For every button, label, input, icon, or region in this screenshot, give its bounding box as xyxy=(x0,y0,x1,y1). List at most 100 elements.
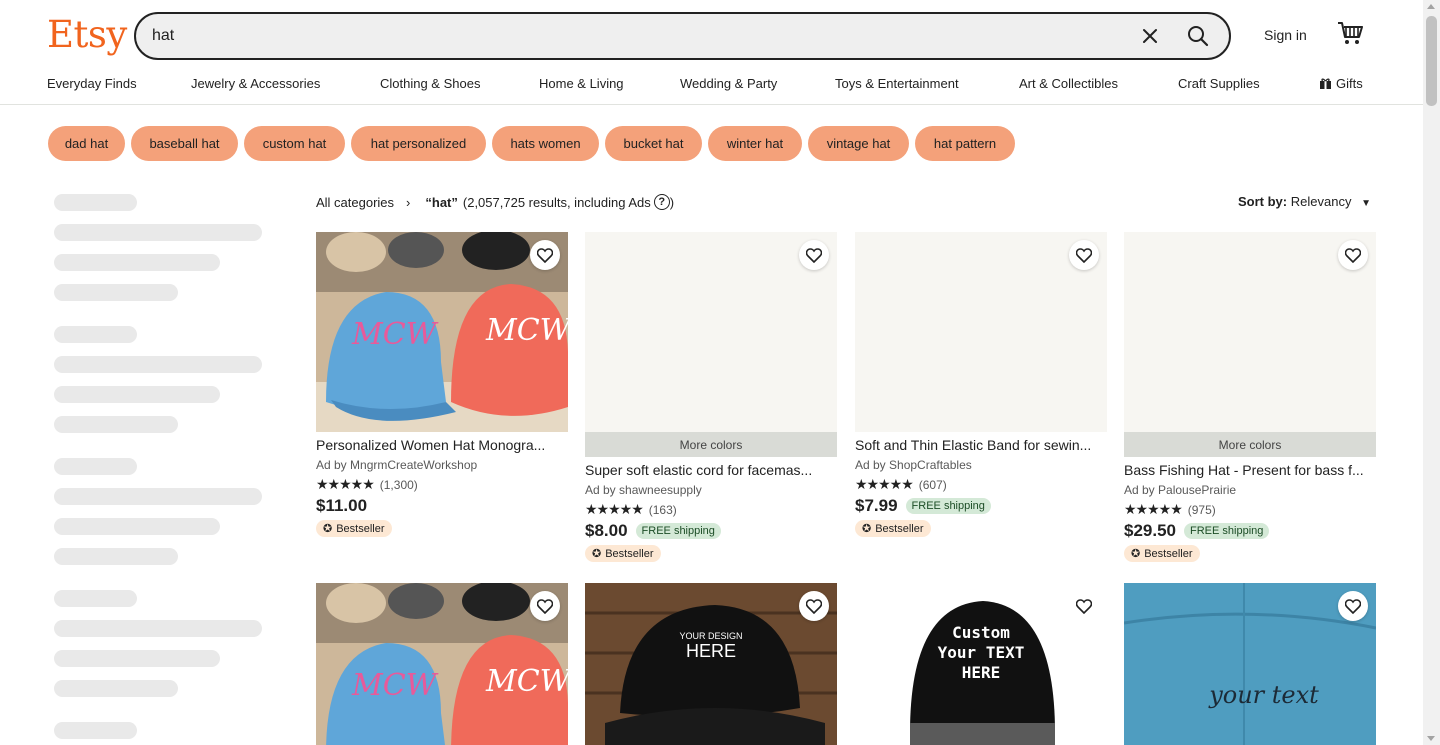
free-shipping-badge: FREE shipping xyxy=(905,498,991,514)
review-count: (163) xyxy=(648,502,677,517)
chip-bucket-hat[interactable]: bucket hat xyxy=(605,126,702,161)
chip-winter-hat[interactable]: winter hat xyxy=(708,126,802,161)
product-title[interactable]: Super soft elastic cord for facemas... xyxy=(585,462,837,478)
caption-line: Your TEXT xyxy=(937,643,1025,662)
product-title[interactable]: Bass Fishing Hat - Present for bass f... xyxy=(1124,462,1376,478)
rating: ★★★★★ (163) xyxy=(585,501,837,518)
nav-toys-entertainment[interactable]: Toys & Entertainment xyxy=(835,76,959,91)
product-image[interactable]: MCW MCW xyxy=(316,232,568,432)
shop-name: Ad by PalousePrairie xyxy=(1124,483,1237,497)
nav-wedding-party[interactable]: Wedding & Party xyxy=(680,76,777,91)
badge-label: Bestseller xyxy=(875,522,924,535)
nav-gifts[interactable]: Gifts xyxy=(1319,76,1363,91)
chip-baseball-hat[interactable]: baseball hat xyxy=(131,126,238,161)
favorite-button[interactable] xyxy=(1069,591,1099,621)
your-text-caption: your text xyxy=(1209,681,1319,709)
design-caption: YOUR DESIGN xyxy=(679,631,743,641)
favorite-button[interactable] xyxy=(1338,591,1368,621)
heart-icon xyxy=(537,598,553,614)
scroll-up-icon[interactable] xyxy=(1427,4,1435,9)
etsy-logo[interactable]: Etsy xyxy=(47,13,127,56)
product-image[interactable] xyxy=(855,232,1107,432)
product-title[interactable]: Soft and Thin Elastic Band for sewin... xyxy=(855,437,1107,453)
sign-in-link[interactable]: Sign in xyxy=(1264,27,1307,43)
page-scrollbar[interactable] xyxy=(1423,0,1440,745)
price-row: $29.50 FREE shipping xyxy=(1124,521,1376,541)
nav-home-living[interactable]: Home & Living xyxy=(539,76,624,91)
product-card[interactable]: More colors Super soft elastic cord for … xyxy=(585,232,837,562)
rating: ★★★★★ (1,300) xyxy=(316,476,568,493)
star-rating-icon: ★★★★★ xyxy=(585,501,644,517)
search-button[interactable] xyxy=(1182,20,1214,52)
breadcrumb-all-categories[interactable]: All categories xyxy=(316,195,394,210)
favorite-button[interactable] xyxy=(1338,240,1368,270)
price-row: $7.99 FREE shipping xyxy=(855,496,1107,516)
chip-vintage-hat[interactable]: vintage hat xyxy=(808,126,909,161)
nav-clothing-shoes[interactable]: Clothing & Shoes xyxy=(380,76,480,91)
chip-hat-pattern[interactable]: hat pattern xyxy=(915,126,1015,161)
review-count: (975) xyxy=(1187,502,1216,517)
product-title[interactable]: Personalized Women Hat Monogra... xyxy=(316,437,568,453)
cart-button[interactable] xyxy=(1337,20,1365,50)
svg-text:MCW: MCW xyxy=(485,664,568,699)
skeleton-bar xyxy=(54,356,262,373)
caret-down-icon: ▼ xyxy=(1361,198,1371,209)
svg-text:MCW: MCW xyxy=(351,317,439,352)
bestseller-badge: ✪ Bestseller xyxy=(316,520,392,537)
favorite-button[interactable] xyxy=(799,591,829,621)
nav-craft-supplies[interactable]: Craft Supplies xyxy=(1178,76,1260,91)
scroll-down-icon[interactable] xyxy=(1427,736,1435,741)
skeleton-bar xyxy=(54,548,178,565)
caption-line: HERE xyxy=(961,663,1001,682)
heart-icon xyxy=(537,247,553,263)
favorite-button[interactable] xyxy=(530,240,560,270)
product-card[interactable]: Custom Your TEXT HERE xyxy=(855,583,1107,745)
product-image[interactable]: Custom Your TEXT HERE xyxy=(855,583,1107,745)
skeleton-bar xyxy=(54,680,178,697)
search-input[interactable] xyxy=(152,24,1112,48)
chip-custom-hat[interactable]: custom hat xyxy=(244,126,345,161)
more-colors-label: More colors xyxy=(1124,432,1376,457)
favorite-button[interactable] xyxy=(1069,240,1099,270)
skeleton-bar xyxy=(54,620,262,637)
price-row: $11.00 xyxy=(316,496,568,516)
product-image[interactable]: YOUR DESIGN HERE xyxy=(585,583,837,745)
product-card[interactable]: Soft and Thin Elastic Band for sewin... … xyxy=(855,232,1107,537)
price: $11.00 xyxy=(316,496,368,515)
star-rating-icon: ★★★★★ xyxy=(316,476,375,492)
product-image[interactable]: MCW MCW xyxy=(316,583,568,745)
nav-art-collectibles[interactable]: Art & Collectibles xyxy=(1019,76,1118,91)
search-icon xyxy=(1188,26,1209,47)
chip-hats-women[interactable]: hats women xyxy=(492,126,599,161)
product-image[interactable] xyxy=(1124,232,1376,432)
favorite-button[interactable] xyxy=(530,591,560,621)
product-image[interactable] xyxy=(585,232,837,432)
award-icon: ✪ xyxy=(862,523,872,535)
product-card[interactable]: YOUR DESIGN HERE xyxy=(585,583,837,745)
skeleton-bar xyxy=(54,224,262,241)
product-card[interactable]: MCW MCW Personalized Women Hat Monogra..… xyxy=(316,232,568,537)
product-card[interactable]: your text xyxy=(1124,583,1376,745)
skeleton-bar xyxy=(54,194,137,211)
clear-search-button[interactable] xyxy=(1136,22,1164,50)
help-icon[interactable]: ? xyxy=(653,194,670,210)
badge-label: Bestseller xyxy=(336,522,385,535)
scrollbar-thumb[interactable] xyxy=(1426,16,1437,106)
product-card[interactable]: More colors Bass Fishing Hat - Present f… xyxy=(1124,232,1376,562)
breadcrumb: All categories › “hat” (2,057,725 result… xyxy=(316,194,674,210)
product-card[interactable]: MCW MCW xyxy=(316,583,568,745)
monogram-caps-photo: MCW MCW xyxy=(316,232,568,432)
chip-hat-personalized[interactable]: hat personalized xyxy=(351,126,486,161)
rating: ★★★★★ (975) xyxy=(1124,501,1376,518)
nav-everyday-finds[interactable]: Everyday Finds xyxy=(47,76,137,91)
favorite-button[interactable] xyxy=(799,240,829,270)
chip-dad-hat[interactable]: dad hat xyxy=(48,126,125,161)
award-icon: ✪ xyxy=(1131,548,1141,560)
product-image[interactable]: your text xyxy=(1124,583,1376,745)
badge-label: Bestseller xyxy=(1144,547,1193,560)
nav-jewelry-accessories[interactable]: Jewelry & Accessories xyxy=(191,76,320,91)
results-count-close: ) xyxy=(669,194,675,210)
skeleton-bar xyxy=(54,254,220,271)
sort-dropdown[interactable]: Sort by: Relevancy ▼ xyxy=(1238,194,1371,209)
price: $29.50 xyxy=(1124,521,1176,540)
